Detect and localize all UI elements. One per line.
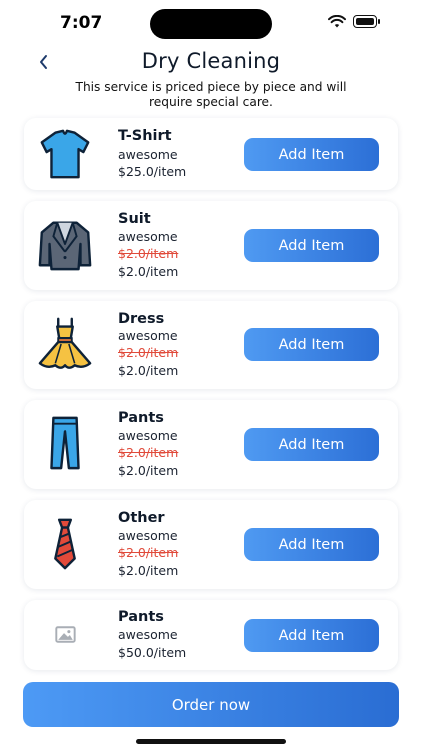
tie-icon	[54, 518, 76, 570]
item-name: T-Shirt	[118, 128, 172, 144]
list-item: Pants awesome $50.0/item Add Item	[24, 600, 398, 670]
item-original-price: $2.0/item	[118, 345, 179, 360]
item-description: awesome	[118, 147, 178, 162]
item-name: Dress	[118, 311, 165, 327]
page-subtitle: This service is priced piece by piece an…	[75, 80, 347, 109]
battery-icon	[353, 15, 381, 29]
item-description: awesome	[118, 528, 178, 543]
item-price: $25.0/item	[118, 164, 187, 179]
item-original-price: $2.0/item	[118, 445, 179, 460]
status-bar: 7:07	[0, 0, 422, 46]
list-item: Other awesome $2.0/item $2.0/item Add It…	[24, 500, 398, 589]
list-item: Dress awesome $2.0/item $2.0/item Add It…	[24, 301, 398, 389]
item-name: Pants	[118, 410, 164, 426]
item-description: awesome	[118, 627, 178, 642]
item-description: awesome	[118, 328, 178, 343]
item-name: Suit	[118, 211, 151, 227]
image-placeholder-icon	[55, 626, 76, 643]
status-time: 7:07	[60, 13, 103, 33]
item-price: $2.0/item	[118, 463, 179, 478]
item-price: $2.0/item	[118, 563, 179, 578]
dynamic-island	[150, 9, 272, 39]
item-name: Pants	[118, 609, 164, 625]
item-price: $50.0/item	[118, 645, 187, 660]
add-item-button[interactable]: Add Item	[244, 428, 379, 461]
page-title: Dry Cleaning	[141, 49, 281, 73]
wifi-icon	[328, 15, 346, 28]
item-original-price: $2.0/item	[118, 246, 179, 261]
add-item-button[interactable]: Add Item	[244, 328, 379, 361]
list-item: Pants awesome $2.0/item $2.0/item Add It…	[24, 400, 398, 489]
list-item: T-Shirt awesome $25.0/item Add Item	[24, 118, 398, 190]
add-item-button[interactable]: Add Item	[244, 138, 379, 171]
item-price: $2.0/item	[118, 363, 179, 378]
list-item: Suit awesome $2.0/item $2.0/item Add Ite…	[24, 201, 398, 290]
add-item-button[interactable]: Add Item	[244, 619, 379, 652]
order-now-button[interactable]: Order now	[23, 682, 399, 727]
item-description: awesome	[118, 428, 178, 443]
item-price: $2.0/item	[118, 264, 179, 279]
item-name: Other	[118, 510, 165, 526]
item-original-price: $2.0/item	[118, 545, 179, 560]
item-description: awesome	[118, 229, 178, 244]
add-item-button[interactable]: Add Item	[244, 528, 379, 561]
home-indicator	[136, 739, 286, 744]
tshirt-icon	[40, 129, 90, 179]
suit-icon	[38, 221, 92, 271]
dress-icon	[38, 317, 92, 369]
pants-icon	[50, 416, 80, 470]
add-item-button[interactable]: Add Item	[244, 229, 379, 262]
